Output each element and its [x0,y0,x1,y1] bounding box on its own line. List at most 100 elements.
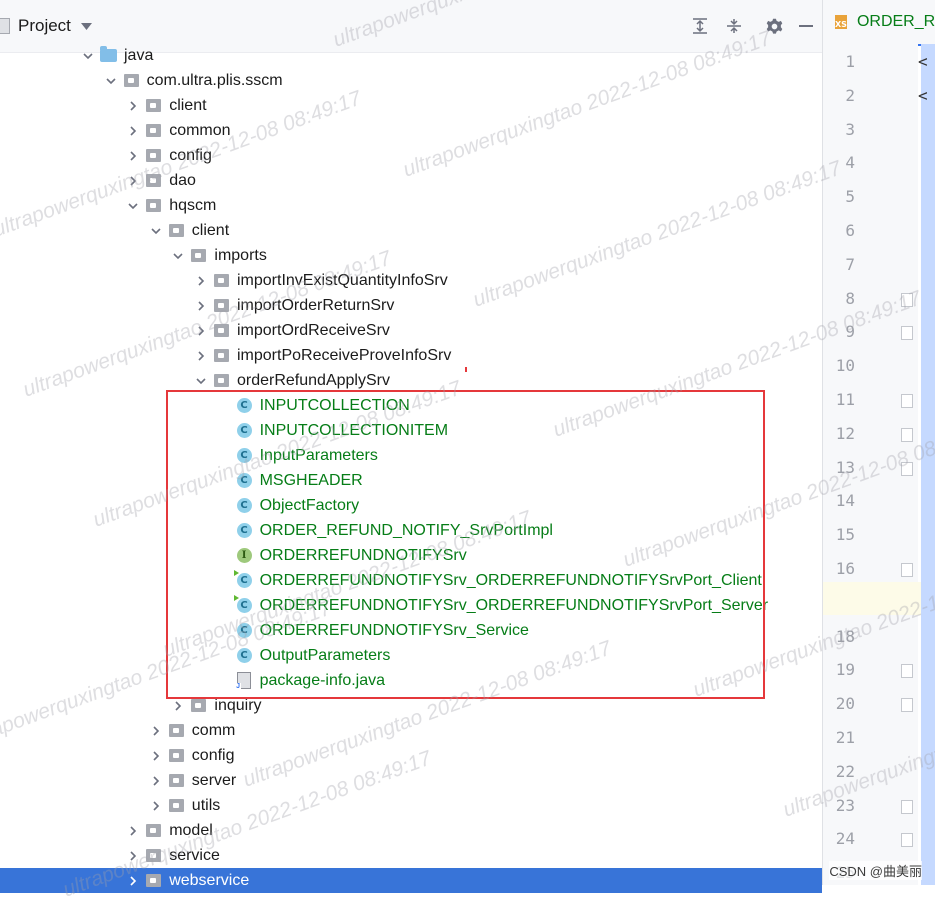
chevron-right-icon[interactable] [150,750,162,762]
fold-marker-icon[interactable] [901,799,913,814]
chevron-down-icon[interactable] [82,50,94,62]
chevron-right-icon[interactable] [195,350,207,362]
package-folder-icon [213,298,230,314]
tree-node[interactable]: importOrdReceiveSrv [0,318,822,343]
minimize-icon[interactable] [796,16,816,36]
tree-node[interactable]: model [0,818,822,843]
tree-node-label: importPoReceiveProveInfoSrv [237,347,452,364]
tree-node[interactable]: comm [0,718,822,743]
package-folder-icon [168,798,185,814]
chevron-right-icon[interactable] [195,325,207,337]
tree-node[interactable]: C INPUTCOLLECTION [0,393,822,418]
expand-all-icon[interactable] [690,16,710,36]
chevron-right-icon[interactable] [127,825,139,837]
fold-marker-icon[interactable] [901,394,913,408]
chevron-right-icon[interactable] [127,850,139,862]
tree-node[interactable]: C MSGHEADER [0,468,822,493]
annotation-mark [465,367,467,372]
chevron-right-icon[interactable] [127,125,139,137]
fold-marker-icon[interactable] [901,427,913,442]
chevron-right-icon[interactable] [127,100,139,112]
fold-marker-icon[interactable] [901,698,913,713]
package-folder-icon [145,148,162,164]
source-folder-icon [100,46,117,64]
chevron-down-icon[interactable] [172,250,184,262]
tree-node[interactable]: hqscm [0,193,822,218]
tree-node[interactable]: C OutputParameters [0,643,822,668]
tree-node[interactable]: imports [0,243,822,268]
tree-node[interactable]: importInvExistQuantityInfoSrv [0,268,822,293]
tree-node-label: ORDERREFUNDNOTIFYSrv_ORDERREFUNDNOTIFYSr… [259,597,769,614]
project-view-selector[interactable]: Project [0,14,92,38]
tree-node[interactable]: C ORDERREFUNDNOTIFYSrv_ORDERREFUNDNOTIFYS… [0,568,822,593]
tree-node[interactable]: java [0,43,822,68]
tree-node[interactable]: C ORDERREFUNDNOTIFYSrv_Service [0,618,822,643]
fold-marker-icon[interactable] [901,461,913,476]
chevron-right-icon[interactable] [195,300,207,312]
chevron-down-icon[interactable] [195,375,207,387]
package-folder-icon [190,248,207,264]
tree-node[interactable]: server [0,768,822,793]
tree-node[interactable]: C INPUTCOLLECTIONITEM [0,418,822,443]
tree-node[interactable]: C ObjectFactory [0,493,822,518]
code-line-1[interactable]: < [918,52,928,71]
tree-node[interactable]: C ORDER_REFUND_NOTIFY_SrvPortImpl [0,518,822,543]
fold-marker-icon[interactable] [901,664,913,679]
tree-node[interactable]: client [0,93,822,118]
tree-node-label: ORDERREFUNDNOTIFYSrv_Service [259,622,529,639]
gear-icon[interactable] [764,16,784,36]
tree-node[interactable]: C InputParameters [0,443,822,468]
fold-marker-icon[interactable] [901,292,913,307]
tree-node[interactable]: config [0,743,822,768]
chevron-right-icon[interactable] [127,175,139,187]
chevron-down-icon[interactable] [105,75,117,87]
collapse-all-icon[interactable] [724,16,744,36]
chevron-down-icon[interactable] [150,225,162,237]
class-icon: C [236,448,253,464]
package-folder-icon [145,98,162,114]
tree-node[interactable]: service [0,843,822,868]
class-icon: C [236,498,253,514]
tree-node[interactable]: inquiry [0,693,822,718]
chevron-down-icon[interactable] [127,200,139,212]
line-number: 10 [835,356,855,376]
fold-marker-icon[interactable] [901,563,913,577]
tree-node[interactable]: client [0,218,822,243]
tree-node-label: importOrderReturnSrv [237,297,395,314]
tree-node[interactable]: I ORDERREFUNDNOTIFYSrv [0,543,822,568]
code-line-2[interactable]: < [918,86,928,105]
tree-node[interactable]: webservice [0,868,822,893]
tree-node-label: inquiry [214,697,262,714]
line-number: 13 [835,457,855,477]
tree-node[interactable]: common [0,118,822,143]
xsd-file-icon: XS [835,15,847,29]
tree-node[interactable]: importPoReceiveProveInfoSrv [0,343,822,368]
tree-node[interactable]: utils [0,793,822,818]
editor-tab[interactable]: XS ORDER_RE [823,0,935,46]
tree-node[interactable]: importOrderReturnSrv [0,293,822,318]
tree-node[interactable]: config [0,143,822,168]
tree-node[interactable]: dao [0,168,822,193]
chevron-right-icon[interactable] [150,800,162,812]
chevron-right-icon[interactable] [150,775,162,787]
tree-node[interactable]: com.ultra.plis.sscm [0,68,822,93]
chevron-down-icon[interactable] [80,16,92,36]
package-folder-icon [213,373,230,389]
project-view-icon [0,18,10,34]
tree-node-label: hqscm [169,197,217,214]
line-number-gutter: 1234567891011121314151617181920212223242… [823,44,918,885]
tree-node[interactable]: package-info.java [0,668,822,693]
tree-node-label: com.ultra.plis.sscm [146,72,283,89]
chevron-right-icon[interactable] [172,700,184,712]
fold-marker-icon[interactable] [901,833,913,848]
tree-node[interactable]: C ORDERREFUNDNOTIFYSrv_ORDERREFUNDNOTIFYS… [0,593,822,618]
line-number: 9 [845,322,855,342]
chevron-right-icon[interactable] [150,725,162,737]
code-selection-strip [921,44,935,885]
chevron-right-icon[interactable] [195,275,207,287]
tree-node[interactable]: orderRefundApplySrv [0,368,822,393]
tree-node-label: dao [169,172,196,189]
chevron-right-icon[interactable] [127,150,139,162]
package-folder-icon [168,223,185,239]
fold-marker-icon[interactable] [901,326,913,341]
